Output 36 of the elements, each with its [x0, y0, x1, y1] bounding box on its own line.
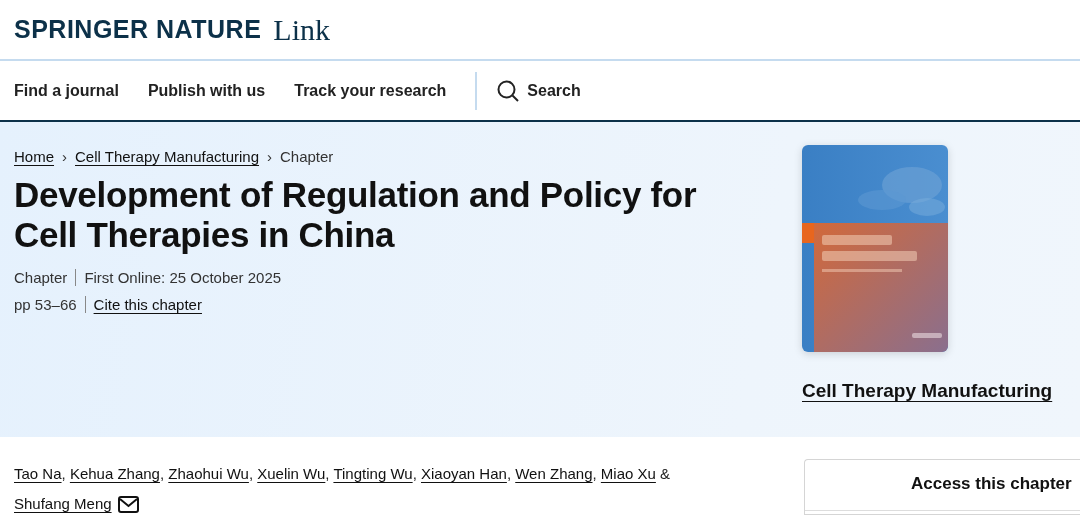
book-title-link[interactable]: Cell Therapy Manufacturing	[802, 380, 1053, 402]
nav-link[interactable]: Find a journal	[14, 81, 119, 100]
cite-link[interactable]: Cite this chapter	[93, 296, 202, 313]
author-link[interactable]: Kehua Zhang	[69, 465, 160, 482]
author-link[interactable]: Xiaoyan Han	[421, 465, 507, 482]
email-icon[interactable]	[117, 496, 139, 513]
chapter-title: Development of Regulation and Policy for Cell Therapies in China	[14, 175, 698, 255]
content-type: Chapter	[14, 269, 68, 286]
chevron-icon: ›	[62, 148, 67, 165]
author-link[interactable]: Wen Zhang	[515, 465, 593, 482]
logo-brand[interactable]: SPRINGER NATURE	[14, 15, 262, 44]
nav-link[interactable]: Publish with us	[147, 81, 266, 100]
breadcrumb-current: Chapter	[280, 148, 334, 165]
search-icon	[497, 79, 520, 102]
author-link[interactable]: Tao Na	[14, 465, 62, 482]
access-heading: Access this chapter	[910, 474, 1073, 494]
author-separator: ,	[248, 465, 254, 482]
breadcrumb-link[interactable]: Cell Therapy Manufacturing	[75, 148, 259, 165]
nav-link[interactable]: Track your research	[294, 81, 447, 100]
author-separator: &	[660, 465, 671, 482]
author-link[interactable]: Miao Xu	[600, 465, 656, 482]
author-link[interactable]: Zhaohui Wu	[168, 465, 249, 482]
breadcrumb-link[interactable]: Home	[14, 148, 54, 165]
author-separator: ,	[61, 465, 66, 482]
page-range: pp 53–66	[14, 296, 77, 313]
author-separator: ,	[159, 465, 165, 482]
search-button[interactable]: Search	[497, 79, 581, 102]
author-link[interactable]: Tingting Wu	[333, 465, 413, 482]
author-separator: ,	[325, 465, 330, 482]
author-separator: ,	[506, 465, 512, 482]
publish-date: First Online: 25 October 2025	[84, 269, 282, 286]
chevron-icon: ›	[267, 148, 272, 165]
logo-product[interactable]: Link	[273, 12, 330, 47]
author-separator: ,	[592, 465, 597, 482]
author-separator: ,	[412, 465, 417, 482]
author-link[interactable]: Shufang Meng	[14, 495, 112, 512]
